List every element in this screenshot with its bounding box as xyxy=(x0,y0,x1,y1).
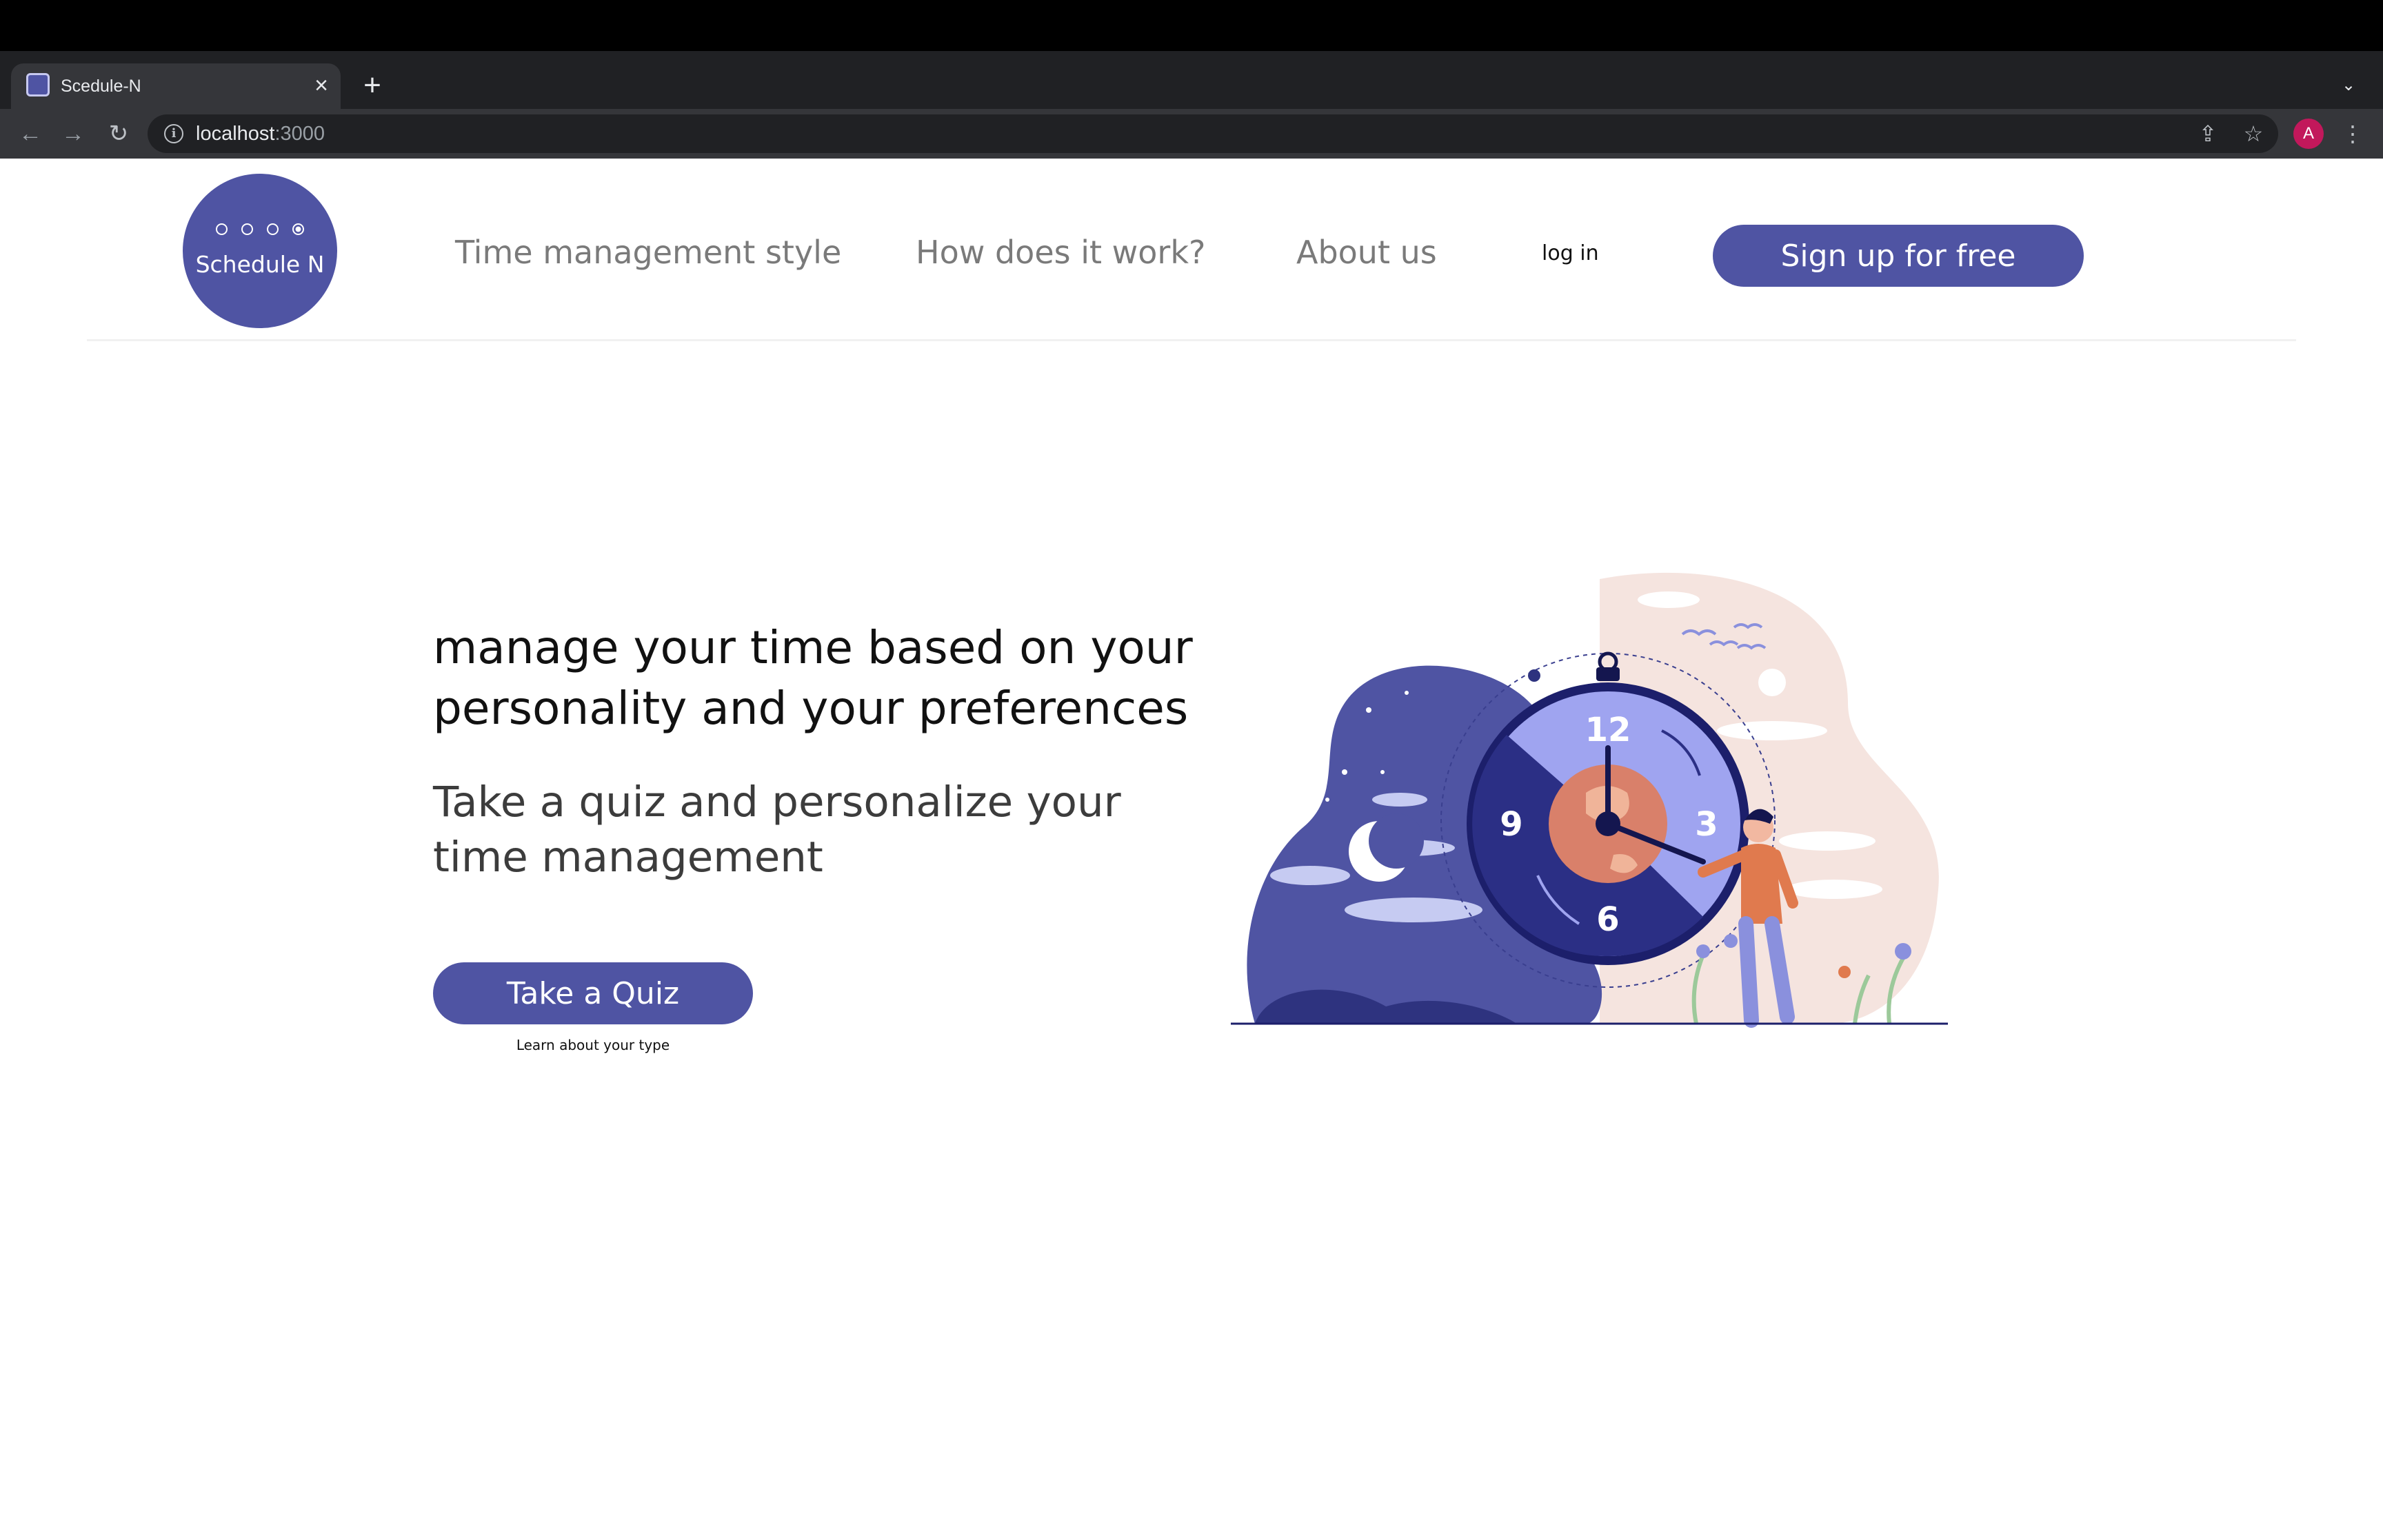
forward-icon[interactable]: → xyxy=(57,117,90,150)
logo-dots-icon xyxy=(183,223,337,239)
nav-about-us[interactable]: About us xyxy=(1296,232,1437,273)
site-logo[interactable]: Schedule N xyxy=(183,174,337,328)
profile-avatar[interactable]: A xyxy=(2293,119,2324,149)
info-icon[interactable]: i xyxy=(164,124,183,143)
share-icon[interactable]: ⇪ xyxy=(2193,119,2223,149)
favicon-icon xyxy=(26,73,50,97)
hero-subheadline: Take a quiz and personalize your time man… xyxy=(433,778,1121,882)
address-bar[interactable]: i localhost:3000 xyxy=(148,114,2278,153)
clock-number-12: 12 xyxy=(1585,711,1631,749)
back-icon[interactable]: ← xyxy=(14,117,47,150)
new-tab-icon[interactable]: + xyxy=(356,69,389,102)
hero-headline: manage your time based on your personalit… xyxy=(433,621,1193,735)
header-divider xyxy=(87,339,2296,341)
star-icon[interactable]: ☆ xyxy=(2238,119,2269,149)
take-quiz-button[interactable]: Take a Quiz xyxy=(433,962,753,1024)
tab-title: Scedule-N xyxy=(61,77,141,96)
url-text: localhost:3000 xyxy=(196,123,325,145)
nav-how-it-works[interactable]: How does it work? xyxy=(916,232,1205,273)
logo-text: Schedule N xyxy=(195,251,325,278)
clock-illustration: 12 3 6 9 xyxy=(1231,572,1948,1028)
clock-number-6: 6 xyxy=(1596,900,1619,939)
more-menu-icon[interactable]: ⋮ xyxy=(2337,119,2368,149)
quiz-caption: Learn about your type xyxy=(516,1037,670,1053)
page-viewport xyxy=(0,159,2383,1540)
nav-time-management-style[interactable]: Time management style xyxy=(455,232,841,273)
system-top-bar xyxy=(0,0,2383,51)
browser-tab[interactable]: Scedule-N × xyxy=(11,63,341,109)
close-tab-icon[interactable]: × xyxy=(308,72,335,99)
reload-icon[interactable]: ↻ xyxy=(102,117,135,150)
clock-number-3: 3 xyxy=(1695,805,1718,844)
chevron-down-icon[interactable]: ⌄ xyxy=(2335,72,2362,99)
clock-number-9: 9 xyxy=(1500,805,1522,844)
signup-button[interactable]: Sign up for free xyxy=(1713,225,2084,287)
login-link[interactable]: log in xyxy=(1542,240,1599,267)
